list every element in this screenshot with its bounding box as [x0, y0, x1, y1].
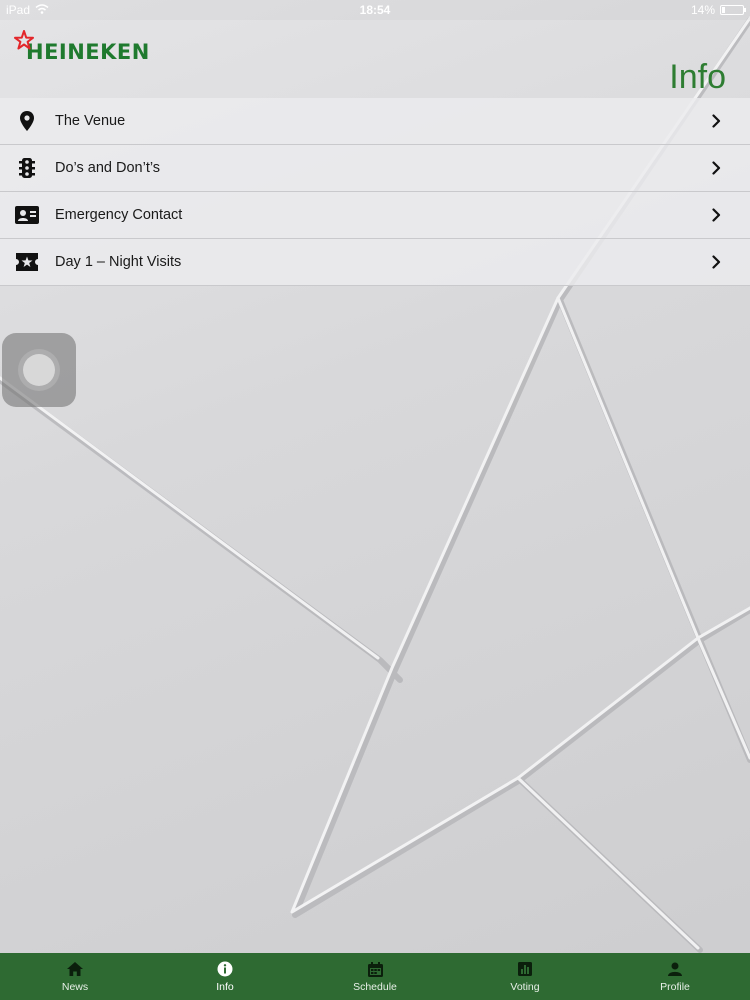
logo-text: HEINEKEN — [26, 40, 150, 64]
assistive-touch-button[interactable] — [2, 333, 76, 407]
menu-item-the-venue[interactable]: The Venue — [0, 98, 750, 145]
battery-percent: 14% — [690, 3, 715, 17]
menu-item-label: The Venue — [55, 113, 126, 129]
tab-label: Info — [216, 981, 234, 993]
bottom-tab-bar: News Info Schedule Voting Profile — [0, 953, 750, 1000]
chevron-right-icon — [710, 160, 722, 176]
tab-label: Voting — [510, 981, 540, 993]
tab-info[interactable]: Info — [150, 953, 300, 1000]
map-pin-icon — [14, 108, 40, 134]
page-title: Info — [669, 58, 726, 96]
contact-card-icon — [14, 202, 40, 228]
info-icon — [217, 961, 233, 977]
tab-label: Profile — [660, 981, 690, 993]
tab-schedule[interactable]: Schedule — [300, 953, 450, 1000]
menu-item-emergency-contact[interactable]: Emergency Contact — [0, 192, 750, 239]
home-icon — [67, 961, 83, 977]
chevron-right-icon — [710, 254, 722, 270]
tab-profile[interactable]: Profile — [600, 953, 750, 1000]
menu-item-day-1-night-visits[interactable]: Day 1 – Night Visits — [0, 239, 750, 286]
status-bar: iPad 18:54 14% — [0, 0, 750, 20]
tab-news[interactable]: News — [0, 953, 150, 1000]
logo-star-icon — [14, 30, 34, 50]
battery-icon — [720, 5, 746, 15]
assistive-touch-dot — [23, 354, 55, 386]
menu-item-label: Day 1 – Night Visits — [55, 254, 182, 270]
calendar-icon — [367, 961, 383, 977]
heineken-logo: HEINEKEN — [14, 30, 150, 64]
tab-label: Schedule — [353, 981, 397, 993]
menu-item-label: Emergency Contact — [55, 207, 183, 223]
chevron-right-icon — [710, 113, 722, 129]
menu-item-label: Do’s and Don’t’s — [55, 160, 161, 176]
tab-label: News — [61, 981, 89, 993]
tab-voting[interactable]: Voting — [450, 953, 600, 1000]
app-header: HEINEKEN Info — [0, 20, 750, 98]
chevron-right-icon — [710, 207, 722, 223]
status-right: 14% — [690, 3, 746, 17]
status-time: 18:54 — [359, 3, 391, 17]
ticket-star-icon — [14, 249, 40, 275]
user-icon — [667, 961, 683, 977]
traffic-light-icon — [14, 155, 40, 181]
bar-chart-icon — [517, 961, 533, 977]
menu-item-dos-and-donts[interactable]: Do’s and Don’t’s — [0, 145, 750, 192]
info-menu-list: The Venue Do’s and Don’t’s Emergency Con… — [0, 98, 750, 286]
